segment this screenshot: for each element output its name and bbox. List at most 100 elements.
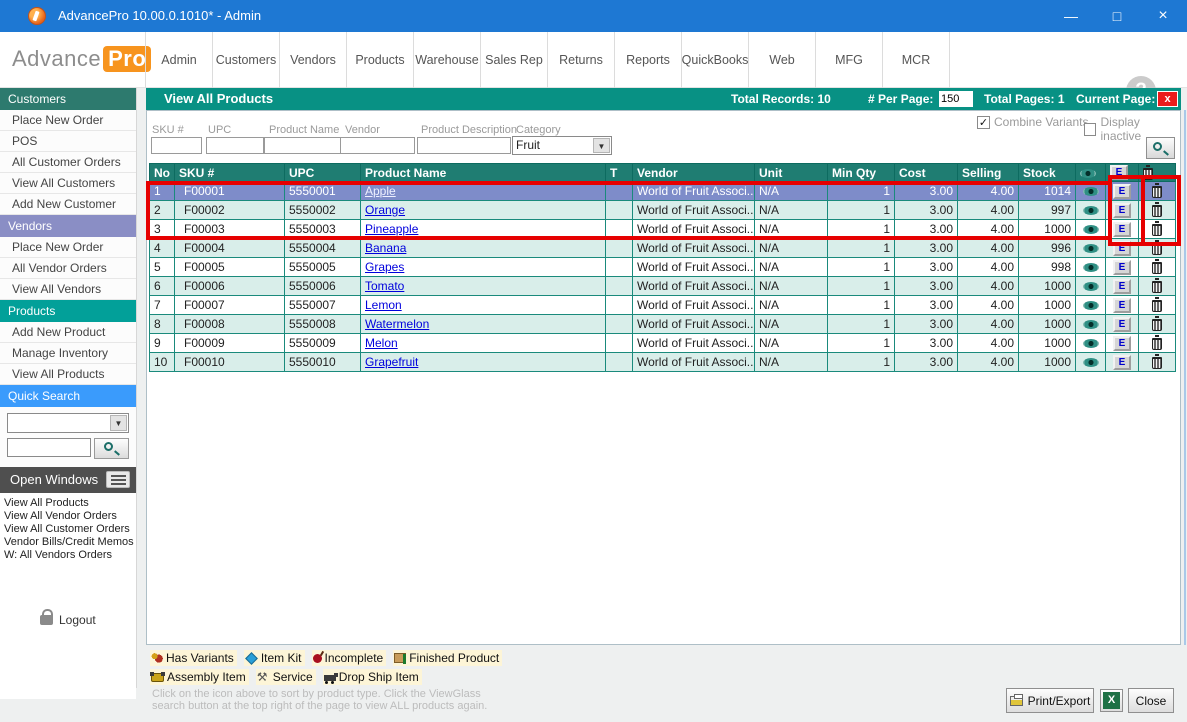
tab-customers[interactable]: Customers (213, 32, 280, 88)
edit-button[interactable]: E (1113, 241, 1131, 256)
window-close-button[interactable]: × (1140, 0, 1186, 32)
product-name-link[interactable]: Banana (365, 241, 406, 255)
upc-filter-input[interactable] (206, 137, 264, 154)
column-header-min-qty[interactable]: Min Qty (828, 164, 895, 182)
eye-icon[interactable] (1083, 263, 1099, 272)
column-header-cost[interactable]: Cost (895, 164, 958, 182)
per-page-input[interactable] (939, 91, 973, 107)
tab-warehouse[interactable]: Warehouse (414, 32, 481, 88)
edit-button[interactable]: E (1113, 222, 1131, 237)
edit-button[interactable]: E (1113, 355, 1131, 370)
sidebar-item-view-all-vendors[interactable]: View All Vendors (0, 279, 136, 300)
trash-icon[interactable] (1152, 205, 1162, 217)
edit-button[interactable]: E (1113, 317, 1131, 332)
edit-button[interactable]: E (1113, 298, 1131, 313)
trash-icon[interactable] (1152, 357, 1162, 369)
delete-product-cell[interactable] (1139, 239, 1176, 258)
delete-product-cell[interactable] (1139, 220, 1176, 239)
table-row-pineapple[interactable]: 3F000035550003PineappleWorld of Fruit As… (150, 220, 1176, 239)
table-row-watermelon[interactable]: 8F000085550008WatermelonWorld of Fruit A… (150, 315, 1176, 334)
delete-column-header[interactable] (1139, 164, 1176, 182)
legend-item-drop-ship-item[interactable]: Drop Ship Item (323, 669, 422, 685)
column-header-upc[interactable]: UPC (285, 164, 361, 182)
table-row-grapes[interactable]: 5F000055550005GrapesWorld of Fruit Assoc… (150, 258, 1176, 277)
view-product-cell[interactable] (1076, 220, 1106, 239)
trash-icon[interactable] (1152, 262, 1162, 274)
delete-product-cell[interactable] (1139, 258, 1176, 277)
delete-product-cell[interactable] (1139, 296, 1176, 315)
sidebar-item-view-all-products[interactable]: View All Products (0, 364, 136, 385)
vendor-filter-input[interactable] (340, 137, 415, 154)
eye-icon[interactable] (1083, 187, 1099, 196)
trash-icon[interactable] (1152, 338, 1162, 350)
eye-icon[interactable] (1083, 339, 1099, 348)
logout-button[interactable]: Logout (40, 613, 96, 627)
tab-products[interactable]: Products (347, 32, 414, 88)
edit-column-header[interactable]: E (1106, 164, 1139, 182)
combine-variants-checkbox[interactable]: ✓ Combine Variants (977, 115, 1089, 129)
column-header-stock[interactable]: Stock (1019, 164, 1076, 182)
table-row-apple[interactable]: 1F000015550001AppleWorld of Fruit Associ… (150, 182, 1176, 201)
product-description-filter-input[interactable] (417, 137, 511, 154)
category-filter-select[interactable]: Fruit ▼ (512, 136, 612, 155)
view-product-cell[interactable] (1076, 182, 1106, 201)
column-header-no[interactable]: No (150, 164, 175, 182)
legend-item-has-variants[interactable]: Has Variants (150, 650, 237, 666)
edit-button[interactable]: E (1113, 336, 1131, 351)
tab-quickbooks[interactable]: QuickBooks (682, 32, 749, 88)
sidebar-item-manage-inventory[interactable]: Manage Inventory (0, 343, 136, 364)
sidebar-item-place-new-order[interactable]: Place New Order (0, 237, 136, 258)
print-export-button[interactable]: Print/Export (1006, 688, 1094, 713)
trash-icon[interactable] (1152, 243, 1162, 255)
legend-item-assembly-item[interactable]: Assembly Item (150, 669, 249, 685)
delete-product-cell[interactable] (1139, 353, 1176, 372)
column-header-t[interactable]: T (606, 164, 633, 182)
view-product-cell[interactable] (1076, 201, 1106, 220)
legend-item-finished-product[interactable]: Finished Product (393, 650, 502, 666)
open-window-item[interactable]: W: All Vendors Orders (4, 549, 136, 562)
table-row-grapefruit[interactable]: 10F000105550010GrapefruitWorld of Fruit … (150, 353, 1176, 372)
legend-item-service[interactable]: ⚒Service (256, 669, 316, 685)
delete-product-cell[interactable] (1139, 182, 1176, 201)
column-header-vendor[interactable]: Vendor (633, 164, 755, 182)
table-row-orange[interactable]: 2F000025550002OrangeWorld of Fruit Assoc… (150, 201, 1176, 220)
product-name-link[interactable]: Orange (365, 203, 405, 217)
table-row-tomato[interactable]: 6F000065550006TomatoWorld of Fruit Assoc… (150, 277, 1176, 296)
edit-product-cell[interactable]: E (1106, 220, 1139, 239)
page-close-button[interactable]: x (1157, 91, 1178, 107)
edit-button[interactable]: E (1113, 203, 1131, 218)
edit-button[interactable]: E (1113, 279, 1131, 294)
delete-product-cell[interactable] (1139, 315, 1176, 334)
view-glass-search-button[interactable] (1146, 137, 1175, 159)
table-row-melon[interactable]: 9F000095550009MelonWorld of Fruit Associ… (150, 334, 1176, 353)
edit-product-cell[interactable]: E (1106, 201, 1139, 220)
open-window-item[interactable]: View All Vendor Orders (4, 510, 136, 523)
trash-icon[interactable] (1152, 300, 1162, 312)
eye-icon[interactable] (1083, 358, 1099, 367)
product-name-link[interactable]: Pineapple (365, 222, 418, 236)
product-name-link[interactable]: Tomato (365, 279, 404, 293)
edit-button[interactable]: E (1113, 260, 1131, 275)
tab-mcr[interactable]: MCR (883, 32, 950, 88)
open-window-item[interactable]: Vendor Bills/Credit Memos (4, 536, 136, 549)
open-window-item[interactable]: View All Products (4, 497, 136, 510)
eye-icon[interactable] (1083, 301, 1099, 310)
trash-icon[interactable] (1152, 186, 1162, 198)
column-header-product-name[interactable]: Product Name (361, 164, 606, 182)
product-name-link[interactable]: Melon (365, 336, 398, 350)
tab-returns[interactable]: Returns (548, 32, 615, 88)
tab-sales-rep[interactable]: Sales Rep (481, 32, 548, 88)
quick-search-input[interactable] (7, 438, 91, 457)
product-name-link[interactable]: Grapefruit (365, 355, 418, 369)
column-header-unit[interactable]: Unit (755, 164, 828, 182)
edit-product-cell[interactable]: E (1106, 258, 1139, 277)
open-window-item[interactable]: View All Customer Orders (4, 523, 136, 536)
delete-product-cell[interactable] (1139, 334, 1176, 353)
column-header-selling[interactable]: Selling (958, 164, 1019, 182)
sidebar-item-view-all-customers[interactable]: View All Customers (0, 173, 136, 194)
tab-admin[interactable]: Admin (146, 32, 213, 88)
sidebar-item-pos[interactable]: POS (0, 131, 136, 152)
close-button[interactable]: Close (1128, 688, 1174, 713)
view-product-cell[interactable] (1076, 353, 1106, 372)
edit-product-cell[interactable]: E (1106, 353, 1139, 372)
